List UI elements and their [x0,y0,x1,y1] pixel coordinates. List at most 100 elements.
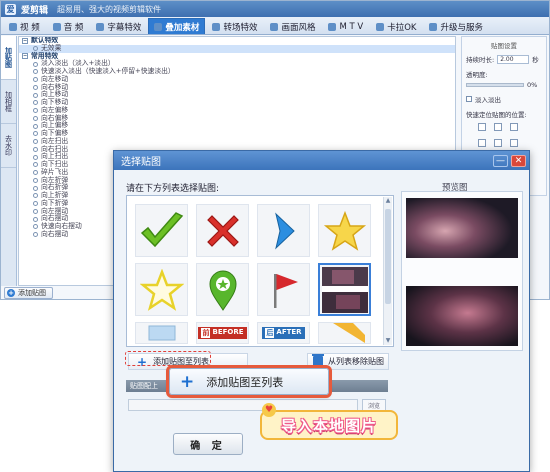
close-button[interactable]: ✕ [511,154,526,167]
radio-icon [33,232,38,238]
side-tab-1[interactable]: 加相框 [1,80,16,124]
radio-icon [33,162,38,168]
tab-8[interactable]: 升级与服务 [423,18,489,34]
duration-input[interactable]: 2.00 [497,54,530,64]
scroll-up-icon[interactable]: ▲ [384,197,392,205]
radio-icon [33,154,38,160]
tab-icon [270,22,279,31]
tree-item[interactable]: 向左移动 [19,75,455,84]
tree-item[interactable]: 快速淡入淡出（快速淡入+停留+快速淡出） [19,67,455,76]
position-cell[interactable] [510,139,518,147]
tree-item[interactable]: 无效果 [19,44,455,53]
radio-icon [33,115,38,121]
tab-icon [376,22,385,31]
tab-1[interactable]: 音 频 [47,18,90,34]
opacity-label: 透明度: [466,71,488,79]
sticker-before[interactable]: 前 BEFORE [196,322,249,344]
tab-5[interactable]: 画面风格 [264,18,321,34]
tab-label: 画面风格 [281,22,316,33]
scroll-thumb[interactable] [385,209,391,304]
callout-label: 添加贴图至列表 [206,375,284,389]
remove-from-list-label: 从列表移除贴图 [328,357,384,366]
radio-icon [33,177,38,183]
tree-label: 向右摆动 [41,229,69,238]
sticker-arrow[interactable] [257,204,310,257]
preview-image-top [406,198,518,258]
side-tab-0[interactable]: 加贴图 [1,36,16,80]
map-pin-icon [208,270,237,311]
sticker-after[interactable]: 后 AFTER [257,322,310,344]
tab-label: 叠加素材 [165,22,200,33]
sticker-list[interactable]: 前 BEFORE 后 AFTER ▲ ▼ [126,195,394,347]
radio-icon [33,61,38,67]
import-local-image-banner: 导入本地图片 ♥ [260,403,400,442]
radio-icon [33,108,38,114]
radio-icon [33,131,38,137]
flag-icon [273,273,298,308]
tab-3[interactable]: 叠加素材 [148,18,206,34]
opacity-value: 0% [527,81,538,89]
after-label: AFTER [276,328,302,336]
tree-group[interactable]: − 默认特效 [19,37,455,45]
tab-2[interactable]: 字幕特效 [90,18,147,34]
radio-icon [33,216,38,222]
add-to-list-callout: + 添加贴图至列表 [169,368,329,395]
sticker-star-gold[interactable] [318,204,371,257]
banner-bubble: 导入本地图片 [260,410,398,440]
duration-label: 持续时长: [466,56,495,64]
tab-label: 卡拉OK [387,22,417,33]
radio-icon [33,123,38,129]
position-cell[interactable] [494,123,502,131]
ok-button[interactable]: 确 定 [173,433,243,455]
plus-icon: + [180,371,195,392]
radio-icon [33,146,38,152]
scroll-down-icon[interactable]: ▼ [384,337,392,345]
position-cell[interactable] [494,139,502,147]
checkmark-icon [140,211,183,247]
sticker-cross[interactable] [196,204,249,257]
radio-icon [33,170,38,176]
position-cell[interactable] [478,139,486,147]
tree-item[interactable]: 向下偏移 [19,129,455,138]
sticker-ribbon[interactable] [318,322,371,344]
tab-label: 字幕特效 [107,22,142,33]
preview-box [401,191,523,351]
tree-item[interactable]: 向左偏移 [19,106,455,115]
radio-icon [33,84,38,90]
tab-7[interactable]: 卡拉OK [370,18,422,34]
tab-6[interactable]: M T V [322,18,369,34]
side-tab-2[interactable]: 去水印 [1,124,16,168]
sticker-star-outline[interactable] [135,263,188,316]
radio-icon [33,193,38,199]
radio-icon [33,185,38,191]
sticker-photo-selected[interactable] [318,263,371,316]
opacity-slider[interactable] [466,83,524,87]
tree-item[interactable]: 向上偏移 [19,121,455,130]
sticker-glass[interactable] [135,322,188,344]
tree-item[interactable]: 向上移动 [19,90,455,99]
sticker-flag[interactable] [257,263,310,316]
fade-checkbox[interactable] [466,96,472,102]
tab-icon [9,22,17,31]
tree-item[interactable]: 向右移动 [19,83,455,92]
sticker-list-scrollbar[interactable]: ▲ ▼ [383,197,392,345]
sticker-check[interactable] [135,204,188,257]
tab-icon [52,22,61,31]
before-label: BEFORE [212,328,244,336]
add-sticker-button[interactable]: + 添加贴图 [4,287,53,299]
sticker-map-pin[interactable] [196,263,249,316]
minimize-button[interactable]: — [493,154,508,167]
tab-4[interactable]: 转场特效 [206,18,263,34]
tree-item[interactable]: 向右偏移 [19,114,455,123]
tree-item[interactable]: 向下移动 [19,98,455,107]
tab-label: 转场特效 [223,22,258,33]
radio-icon [33,208,38,214]
tree-item[interactable]: 向左扫出 [19,137,455,146]
position-cell[interactable] [478,123,486,131]
tab-0[interactable]: 视 频 [3,18,46,34]
app-title: 爱剪辑 [21,5,49,16]
chevron-right-icon [274,211,295,250]
tab-icon [96,22,105,31]
glass-panel-icon [148,325,175,341]
position-cell[interactable] [510,123,518,131]
